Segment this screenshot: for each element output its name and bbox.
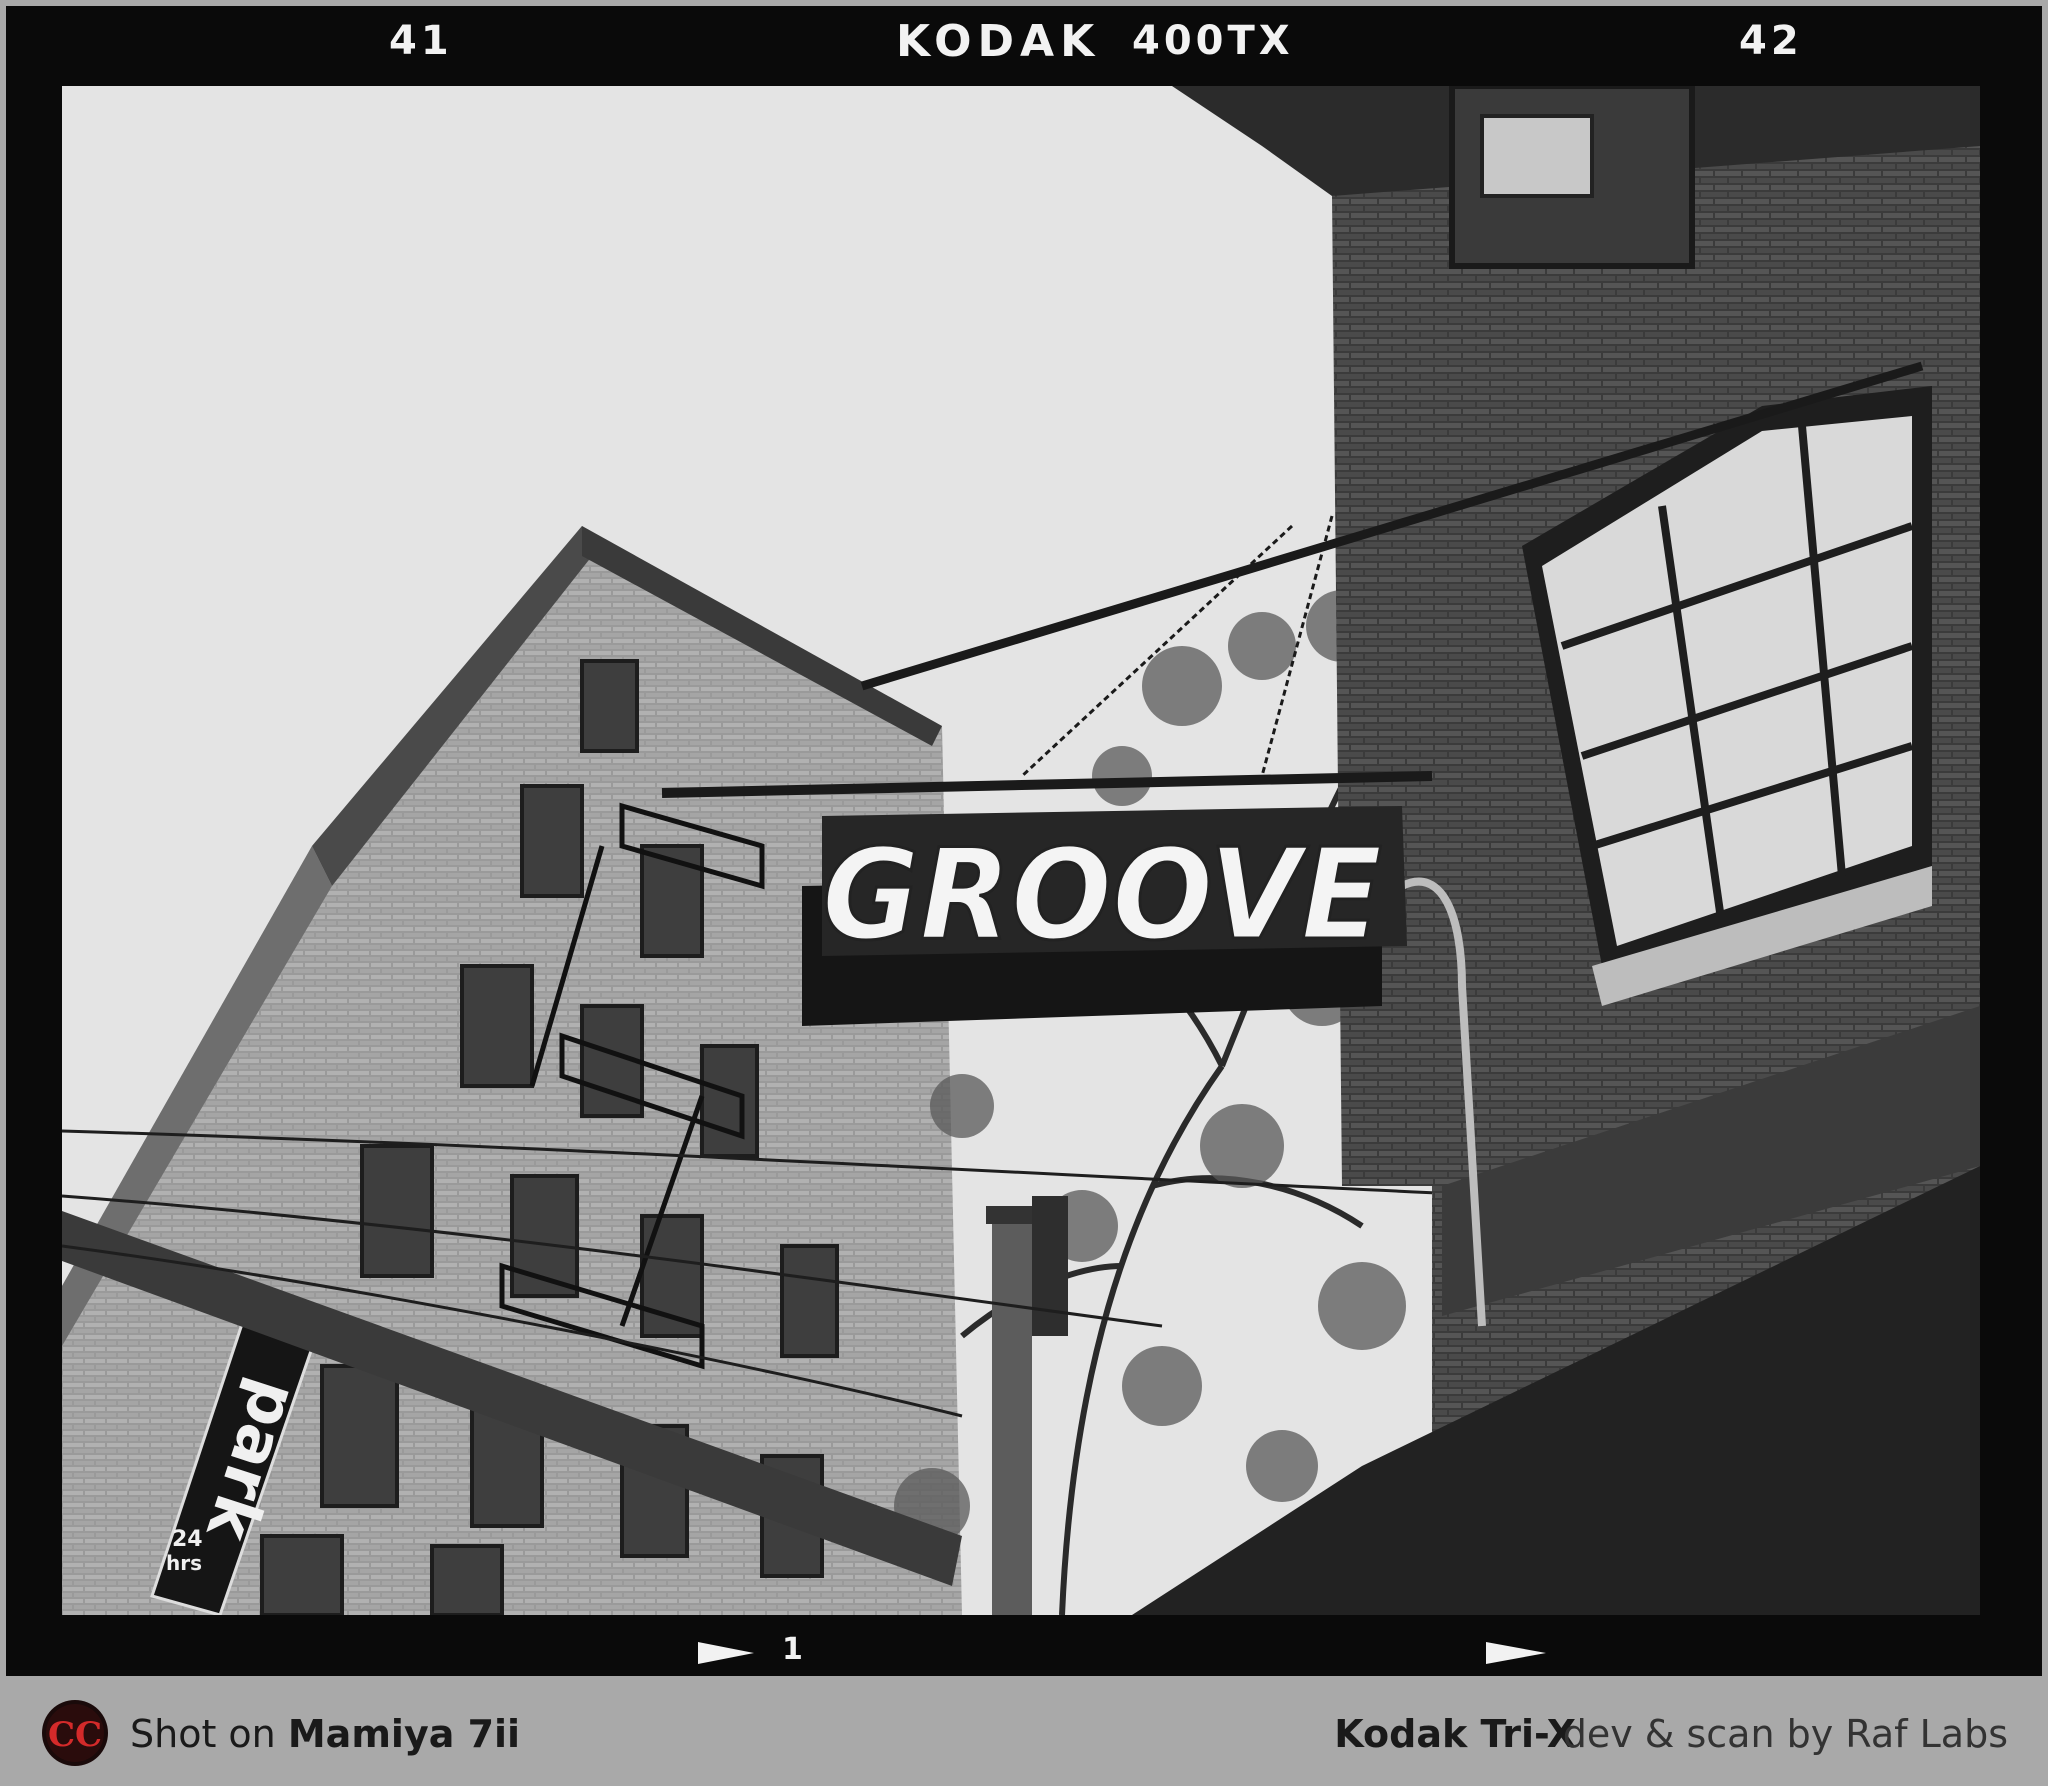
park-sign-hours: 24: [172, 1527, 203, 1552]
film-name: Kodak Tri-X: [1334, 1712, 1576, 1756]
photograph: park 24 hrs GROOVE: [62, 86, 1980, 1615]
frame-number-left: 41: [389, 18, 453, 64]
frame-marker-number: 1: [782, 1632, 803, 1667]
shot-on-text: Shot on Mamiya 7ii: [130, 1712, 520, 1756]
film-stock: 400TX: [1132, 18, 1294, 64]
logo-icon: CC: [42, 1700, 108, 1766]
film-brand: KODAK: [896, 16, 1101, 67]
lab-credit: dev & scan by Raf Labs: [1562, 1712, 2008, 1756]
frame-number-right: 42: [1739, 18, 1803, 64]
camera-name: Mamiya 7ii: [287, 1712, 521, 1756]
film-frame: 41 KODAK 400TX 42 1 park 24 hrs GROOVE: [6, 6, 2042, 1676]
logo-letters: CC: [48, 1715, 102, 1755]
park-sign-hours-unit: hrs: [166, 1551, 202, 1575]
arrow-marker-left-icon: [698, 1642, 754, 1664]
shot-on-prefix: Shot on: [130, 1712, 276, 1756]
groove-sign: GROOVE: [802, 806, 1407, 1026]
arrow-marker-right-icon: [1486, 1642, 1546, 1664]
caption-bar: CC Shot on Mamiya 7ii Kodak Tri-X dev & …: [0, 1676, 2048, 1786]
groove-sign-text: GROOVE: [822, 821, 1382, 968]
